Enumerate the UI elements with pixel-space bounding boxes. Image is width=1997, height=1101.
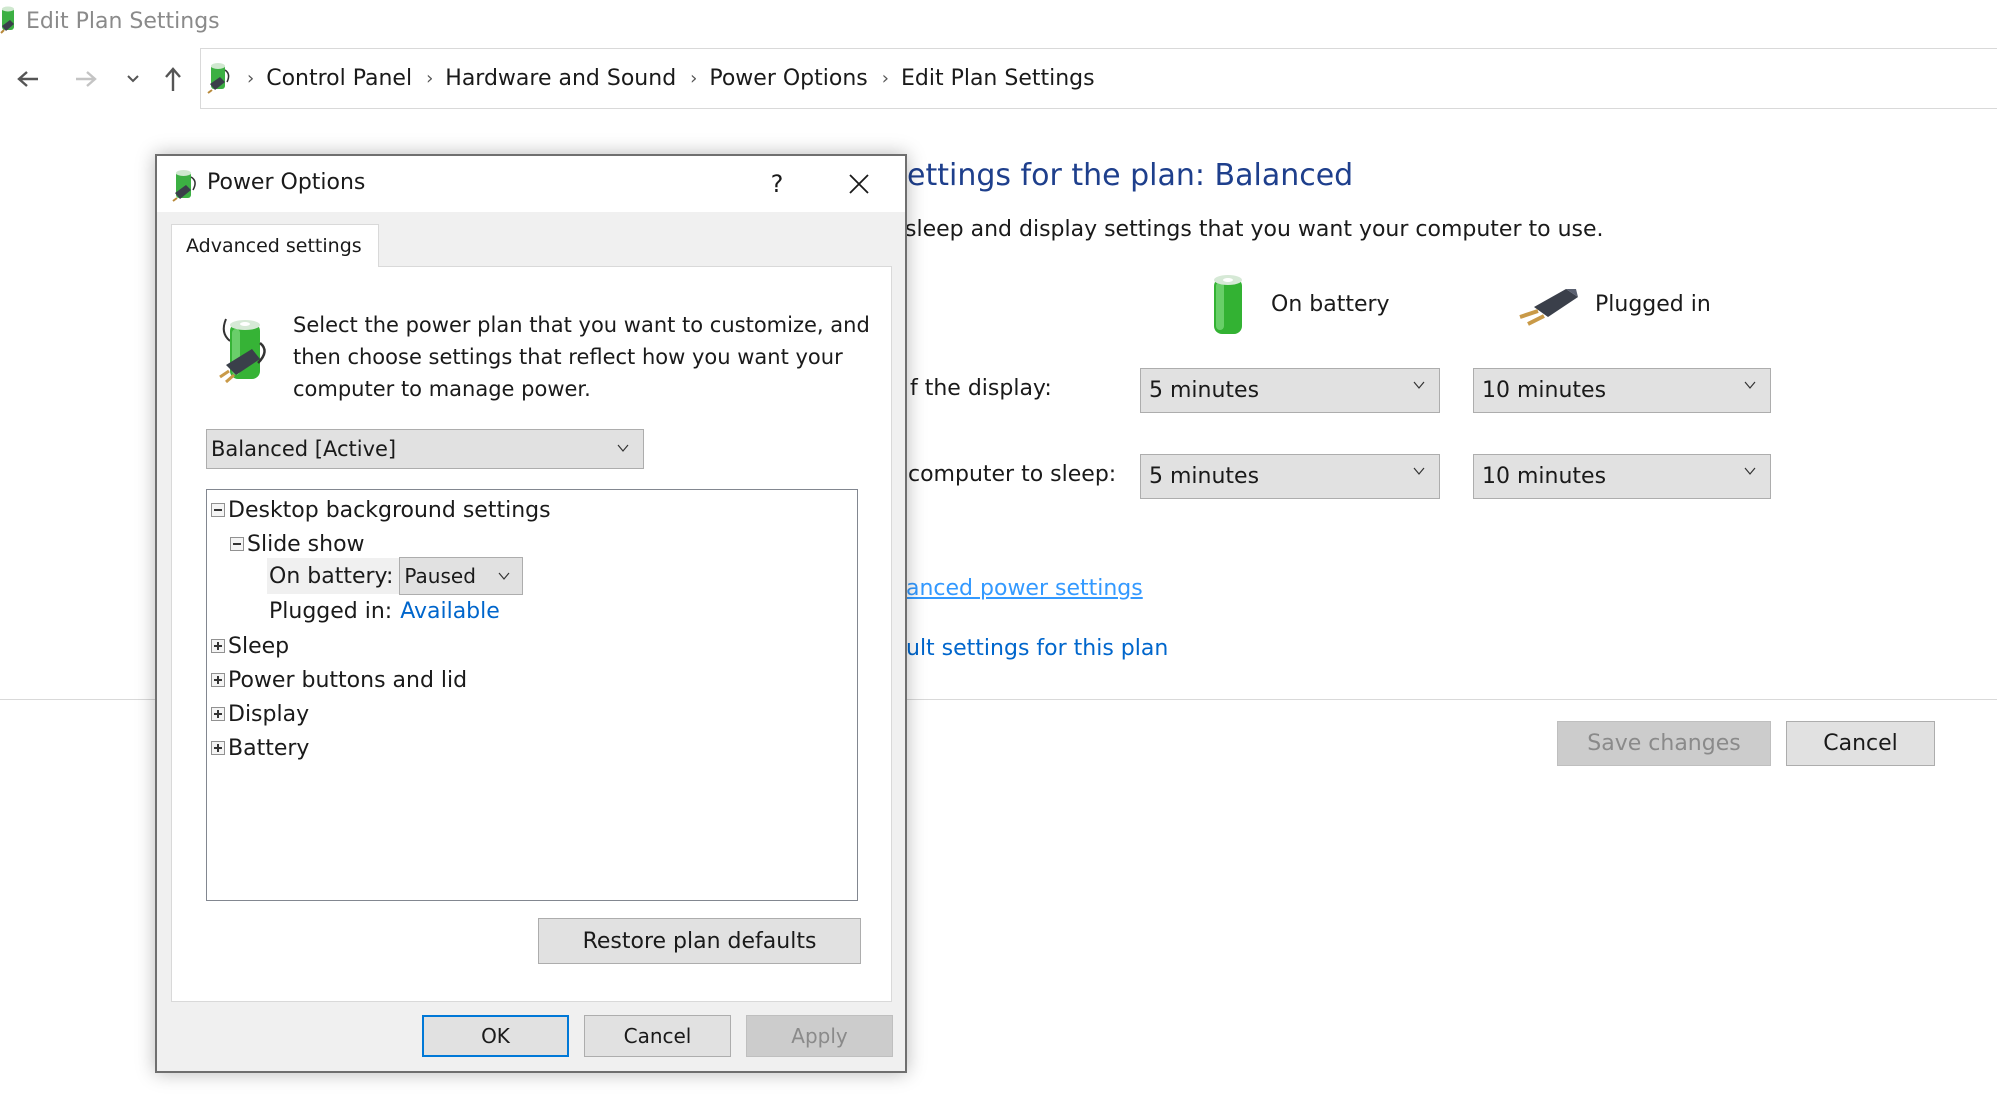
expand-icon[interactable] bbox=[211, 741, 225, 755]
window-title: Edit Plan Settings bbox=[26, 8, 220, 34]
breadcrumb-control-panel[interactable]: Control Panel bbox=[266, 66, 412, 91]
chevron-down-icon bbox=[1744, 467, 1756, 475]
breadcrumb-separator-icon[interactable]: › bbox=[882, 68, 889, 89]
save-changes-button[interactable]: Save changes bbox=[1557, 721, 1771, 766]
settings-tree[interactable]: Desktop background settings Slide show O… bbox=[206, 489, 858, 901]
tree-item-desktop-background[interactable]: Desktop background settings bbox=[211, 494, 551, 526]
tree-item-label: Battery bbox=[228, 735, 310, 761]
display-on-battery-value: 5 minutes bbox=[1149, 378, 1260, 403]
display-plugged-in-value: 10 minutes bbox=[1482, 378, 1607, 403]
dialog-description: Select the power plan that you want to c… bbox=[293, 313, 870, 401]
ok-button[interactable]: OK bbox=[422, 1015, 569, 1057]
power-options-icon bbox=[205, 60, 233, 98]
chevron-down-icon bbox=[617, 444, 629, 452]
dialog-title-bar[interactable]: Power Options ? bbox=[157, 156, 905, 212]
help-button[interactable]: ? bbox=[757, 166, 797, 202]
tree-item-label: Sleep bbox=[228, 633, 290, 659]
arrow-left-icon bbox=[17, 71, 38, 87]
plug-icon bbox=[1514, 283, 1584, 331]
slide-show-on-battery-row: On battery: Paused bbox=[267, 556, 524, 596]
chevron-down-icon bbox=[127, 75, 139, 83]
tree-item-sleep[interactable]: Sleep bbox=[211, 630, 289, 662]
battery-icon bbox=[1206, 272, 1250, 342]
slide-show-plugged-in-row: Plugged in: Available bbox=[269, 594, 500, 628]
back-button[interactable] bbox=[12, 62, 44, 96]
close-button[interactable] bbox=[837, 166, 881, 202]
slide-show-on-battery-value: Paused bbox=[404, 564, 476, 588]
dialog-cancel-button[interactable]: Cancel bbox=[584, 1015, 731, 1057]
tree-item-label: Display bbox=[228, 701, 310, 727]
tree-item-power-buttons-and-lid[interactable]: Power buttons and lid bbox=[211, 664, 467, 696]
power-options-icon bbox=[0, 4, 20, 38]
tree-item-display[interactable]: Display bbox=[211, 698, 309, 730]
forward-button[interactable] bbox=[70, 62, 102, 96]
up-button[interactable] bbox=[157, 62, 189, 96]
plugged-in-label: Plugged in: bbox=[269, 598, 393, 624]
expand-icon[interactable] bbox=[211, 673, 225, 687]
slide-show-plugged-in-value[interactable]: Available bbox=[400, 599, 500, 624]
breadcrumb-power-options[interactable]: Power Options bbox=[709, 66, 867, 91]
power-options-dialog: Power Options ? Advanced settings Select… bbox=[155, 154, 907, 1073]
breadcrumb-separator-icon: › bbox=[247, 68, 255, 89]
plugged-in-column-label: Plugged in bbox=[1595, 292, 1711, 317]
arrow-right-icon bbox=[76, 71, 97, 87]
chevron-down-icon bbox=[1413, 467, 1425, 475]
chevron-down-icon bbox=[498, 572, 510, 580]
tree-item-battery[interactable]: Battery bbox=[211, 732, 309, 764]
breadcrumb-hardware-and-sound[interactable]: Hardware and Sound bbox=[445, 66, 676, 91]
power-plan-value: Balanced [Active] bbox=[211, 437, 397, 461]
breadcrumb-separator-icon[interactable]: › bbox=[690, 68, 697, 89]
tree-item-label: Desktop background settings bbox=[228, 497, 551, 523]
slide-show-on-battery-select[interactable]: Paused bbox=[399, 557, 524, 595]
breadcrumb-edit-plan-settings[interactable]: Edit Plan Settings bbox=[901, 66, 1095, 91]
change-advanced-power-settings-link[interactable]: anced power settings bbox=[906, 576, 1143, 601]
tree-item-label: Power buttons and lid bbox=[228, 667, 468, 693]
power-options-icon bbox=[169, 166, 201, 206]
display-plugged-in-select[interactable]: 10 minutes bbox=[1473, 368, 1771, 413]
expand-icon[interactable] bbox=[211, 639, 225, 653]
apply-button[interactable]: Apply bbox=[746, 1015, 893, 1057]
on-battery-label: On battery: bbox=[267, 558, 400, 594]
window-title-bar: Edit Plan Settings bbox=[0, 0, 220, 42]
restore-plan-defaults-button[interactable]: Restore plan defaults bbox=[538, 918, 861, 964]
sleep-plugged-in-value: 10 minutes bbox=[1482, 464, 1607, 489]
turn-off-display-label: f the display: bbox=[910, 376, 1052, 401]
dialog-title: Power Options bbox=[207, 170, 366, 195]
tab-advanced-settings[interactable]: Advanced settings bbox=[171, 224, 379, 267]
advanced-settings-panel: Select the power plan that you want to c… bbox=[171, 266, 892, 1002]
power-plan-icon bbox=[212, 313, 276, 389]
expand-icon[interactable] bbox=[211, 707, 225, 721]
cancel-button[interactable]: Cancel bbox=[1786, 721, 1935, 766]
chevron-down-icon bbox=[1744, 381, 1756, 389]
sleep-on-battery-value: 5 minutes bbox=[1149, 464, 1260, 489]
page-subtitle: sleep and display settings that you want… bbox=[905, 217, 1604, 242]
chevron-down-icon bbox=[1413, 381, 1425, 389]
sleep-on-battery-select[interactable]: 5 minutes bbox=[1140, 454, 1440, 499]
collapse-icon[interactable] bbox=[230, 537, 244, 551]
collapse-icon[interactable] bbox=[211, 503, 225, 517]
restore-default-settings-link[interactable]: ult settings for this plan bbox=[906, 636, 1168, 661]
sleep-plugged-in-select[interactable]: 10 minutes bbox=[1473, 454, 1771, 499]
page-title: ettings for the plan: Balanced bbox=[907, 158, 1354, 193]
address-bar[interactable]: › Control Panel › Hardware and Sound › P… bbox=[200, 48, 1997, 109]
power-plan-select[interactable]: Balanced [Active] bbox=[206, 429, 644, 469]
put-computer-to-sleep-label: computer to sleep: bbox=[908, 462, 1117, 487]
tree-item-label: Slide show bbox=[247, 531, 365, 557]
recent-locations-button[interactable] bbox=[117, 62, 149, 96]
display-on-battery-select[interactable]: 5 minutes bbox=[1140, 368, 1440, 413]
arrow-up-icon bbox=[165, 67, 181, 91]
breadcrumb-separator-icon[interactable]: › bbox=[426, 68, 433, 89]
on-battery-column-label: On battery bbox=[1271, 292, 1390, 317]
close-icon bbox=[849, 174, 869, 194]
